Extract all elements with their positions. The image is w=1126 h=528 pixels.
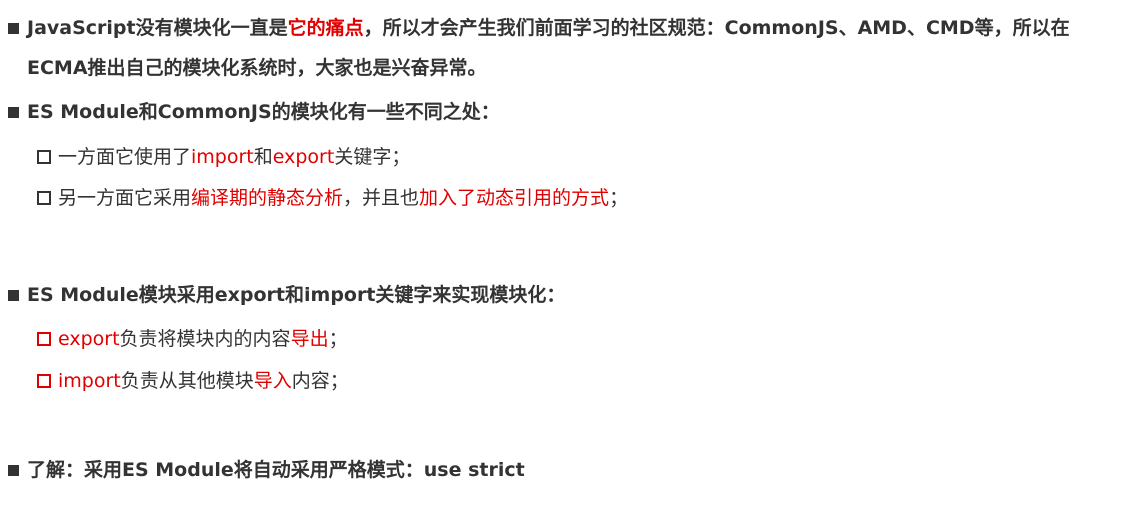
bullet-section-differences: ES Module和CommonJS的模块化有一些不同之处： — [0, 99, 1126, 127]
sub-item-export: export负责将模块内的内容导出； — [0, 326, 1126, 354]
import-highlight: 导入 — [253, 370, 292, 392]
intro-line-1: JavaScript没有模块化一直是它的痛点，所以才会产生我们前面学习的社区规范… — [27, 15, 1070, 41]
static-text-a: 另一方面它采用 — [58, 187, 192, 209]
export-keyword: export — [58, 328, 120, 350]
filled-square-bullet-icon — [8, 107, 19, 118]
intro-text-a: JavaScript没有模块化一直是 — [27, 17, 288, 39]
bullet-section-export-import: ES Module模块采用export和import关键字来实现模块化： — [0, 282, 1126, 310]
sub-item-static-analysis: 另一方面它采用编译期的静态分析，并且也加入了动态引用的方式； — [0, 185, 1126, 213]
sub-item-static-analysis-text: 另一方面它采用编译期的静态分析，并且也加入了动态引用的方式； — [58, 185, 628, 211]
bullet-section-intro: JavaScript没有模块化一直是它的痛点，所以才会产生我们前面学习的社区规范… — [0, 15, 1126, 85]
hollow-square-bullet-icon — [37, 374, 51, 388]
filled-square-bullet-icon — [8, 290, 19, 301]
static-text-e: ； — [609, 187, 629, 209]
keyword-import: import — [191, 146, 254, 168]
sub-item-keywords: 一方面它使用了import和export关键字； — [0, 144, 1126, 172]
keyword-export: export — [272, 146, 335, 168]
import-text-b: 负责从其他模块 — [120, 370, 254, 392]
hollow-square-bullet-icon — [37, 150, 51, 164]
keywords-text-a: 一方面它使用了 — [58, 146, 192, 168]
keywords-text-e: 关键字； — [334, 146, 411, 168]
intro-line-2: ECMA推出自己的模块化系统时，大家也是兴奋异常。 — [27, 57, 487, 79]
import-text-d: 内容； — [291, 370, 349, 392]
static-analysis-highlight: 编译期的静态分析 — [191, 187, 344, 209]
import-keyword: import — [58, 370, 121, 392]
static-text-c: ，并且也 — [343, 187, 420, 209]
sub-item-keywords-text: 一方面它使用了import和export关键字； — [58, 144, 410, 170]
sub-item-export-text: export负责将模块内的内容导出； — [58, 326, 348, 352]
sub-item-import-text: import负责从其他模块导入内容； — [58, 368, 349, 394]
differences-heading: ES Module和CommonJS的模块化有一些不同之处： — [27, 101, 500, 123]
hollow-square-bullet-icon — [37, 332, 51, 346]
dynamic-reference-highlight: 加入了动态引用的方式 — [419, 187, 610, 209]
intro-text-b: ，所以才会产生我们前面学习的社区规范：CommonJS、AMD、CMD等，所以在 — [363, 17, 1070, 39]
export-text-b: 负责将模块内的内容 — [119, 328, 291, 350]
sub-item-import: import负责从其他模块导入内容； — [0, 368, 1126, 396]
filled-square-bullet-icon — [8, 23, 19, 34]
keywords-text-and: 和 — [253, 146, 273, 168]
export-import-heading: ES Module模块采用export和import关键字来实现模块化： — [27, 284, 566, 306]
hollow-square-bullet-icon — [37, 191, 51, 205]
intro-highlight: 它的痛点 — [287, 17, 364, 39]
strict-mode-text: 了解：采用ES Module将自动采用严格模式：use strict — [27, 459, 525, 481]
bullet-section-strict-mode: 了解：采用ES Module将自动采用严格模式：use strict — [0, 457, 1126, 485]
export-text-d: ； — [328, 328, 348, 350]
filled-square-bullet-icon — [8, 465, 19, 476]
export-highlight: 导出 — [290, 328, 329, 350]
